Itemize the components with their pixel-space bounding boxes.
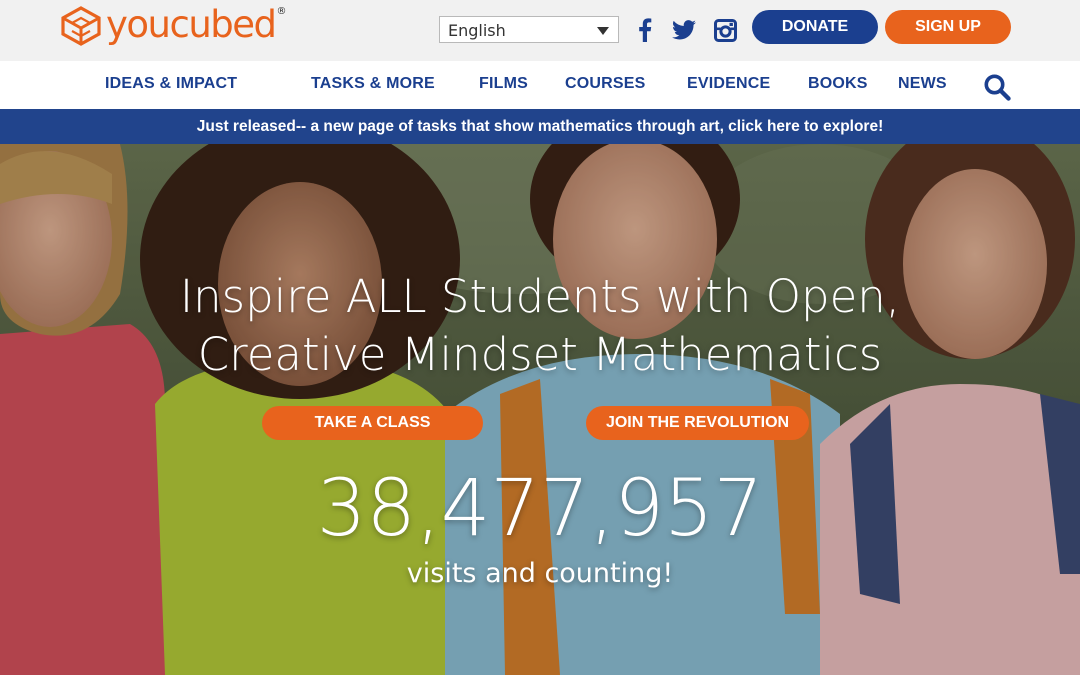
announcement-link[interactable]: Just released-- a new page of tasks that… [197, 118, 884, 136]
nav-item-books[interactable]: BOOKS [808, 75, 868, 93]
hero-headline-line-1: Inspire ALL Students with Open, [179, 270, 901, 323]
nav-item-films[interactable]: FILMS [479, 75, 528, 93]
join-the-revolution-button[interactable]: JOIN THE REVOLUTION [586, 406, 809, 440]
hero-headline-line-2: Creative Mindset Mathematics [197, 328, 883, 381]
cube-logo-icon [61, 6, 101, 46]
language-select-value: English [448, 21, 506, 40]
site-logo[interactable]: youcubed ® [60, 4, 287, 48]
instagram-link[interactable] [711, 14, 739, 46]
chevron-down-icon [597, 27, 609, 35]
twitter-link[interactable] [670, 14, 698, 46]
logo-wordmark: youcubed [106, 2, 277, 46]
twitter-icon [672, 20, 696, 40]
registered-mark: ® [276, 5, 287, 17]
main-nav: IDEAS & IMPACT TASKS & MORE FILMS COURSE… [0, 61, 1080, 109]
donate-button[interactable]: DONATE [752, 10, 878, 44]
announcement-bar: Just released-- a new page of tasks that… [0, 109, 1080, 144]
hero-banner: Inspire ALL Students with Open, Creative… [0, 144, 1080, 675]
nav-item-ideas-impact[interactable]: IDEAS & IMPACT [105, 75, 237, 93]
language-select[interactable]: English [439, 16, 619, 43]
sign-up-button[interactable]: SIGN UP [885, 10, 1011, 44]
nav-item-news[interactable]: NEWS [898, 75, 947, 93]
search-icon [984, 74, 1011, 101]
visit-counter-caption: visits and counting! [406, 558, 674, 589]
top-bar: youcubed ® English DONATE SIGN UP [0, 0, 1080, 61]
nav-item-tasks-more[interactable]: TASKS & MORE [311, 75, 435, 93]
nav-item-evidence[interactable]: EVIDENCE [687, 75, 770, 93]
visit-counter: 38,477,957 [316, 464, 764, 554]
take-a-class-button[interactable]: TAKE A CLASS [262, 406, 483, 440]
instagram-icon [713, 18, 737, 42]
search-button[interactable] [983, 73, 1011, 101]
hero-overlay [0, 144, 1080, 675]
nav-item-courses[interactable]: COURSES [565, 75, 646, 93]
facebook-icon [639, 18, 652, 42]
facebook-link[interactable] [631, 14, 659, 46]
